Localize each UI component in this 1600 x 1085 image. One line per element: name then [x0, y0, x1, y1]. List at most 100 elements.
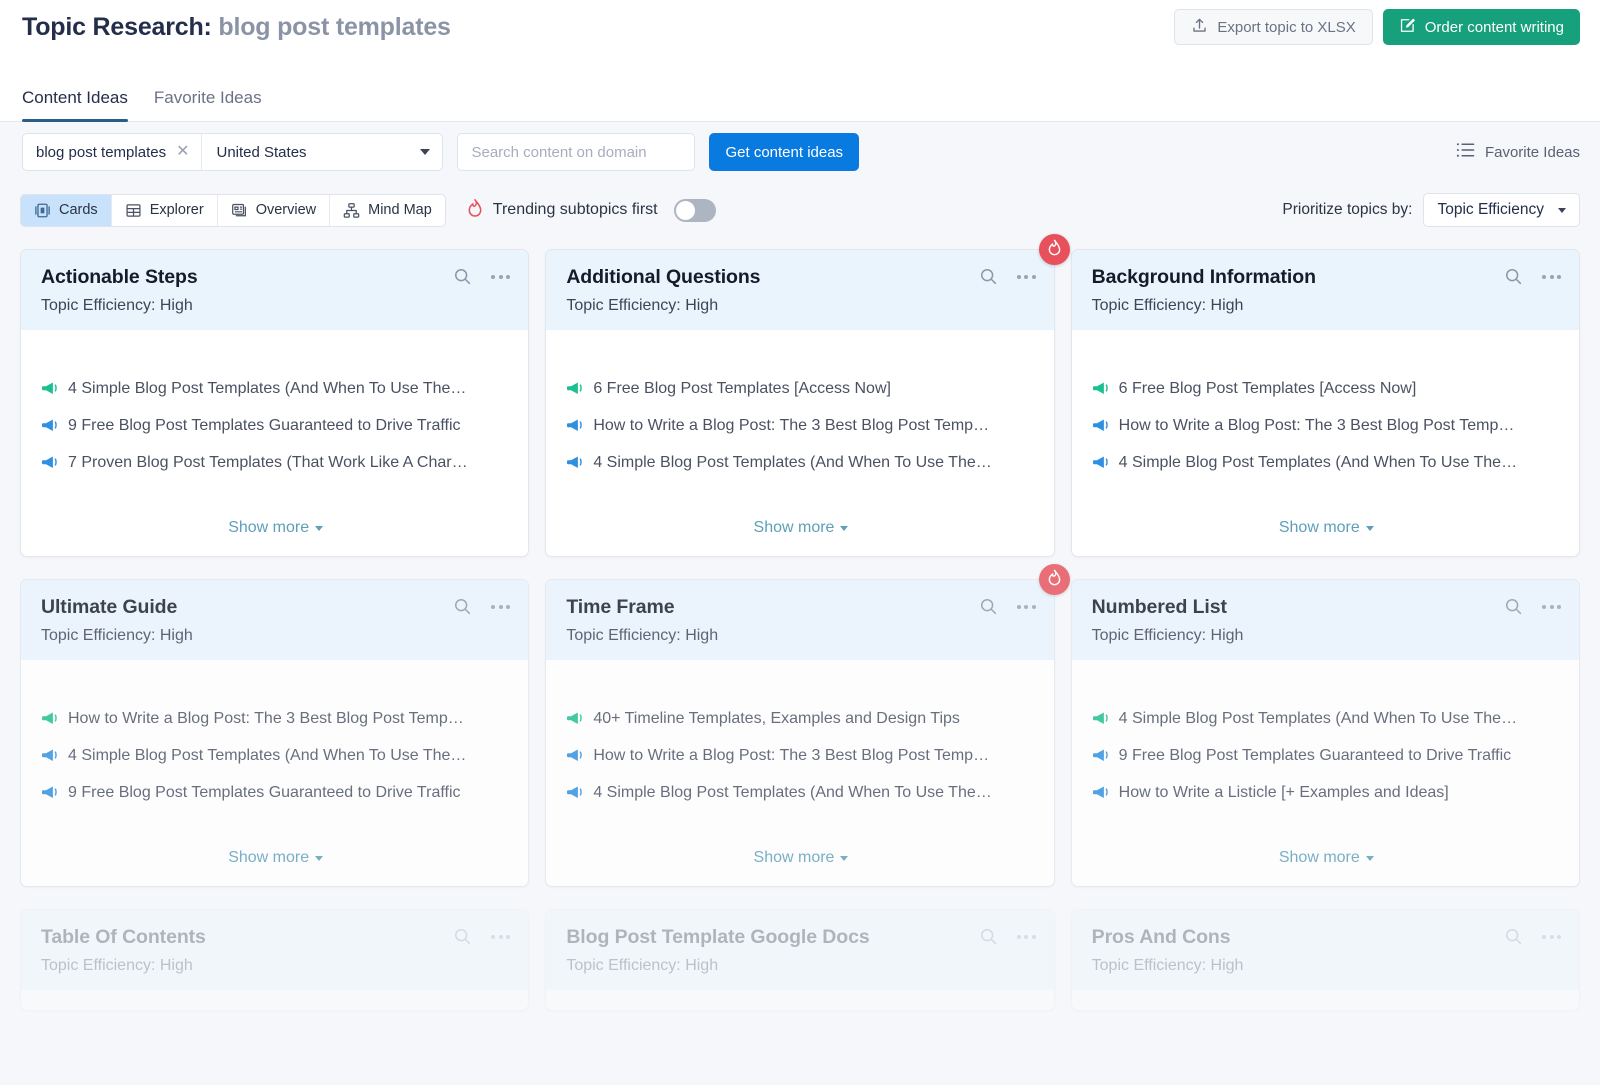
topic-card[interactable]: Table Of Contents Topic Efficiency: High — [20, 909, 529, 1011]
megaphone-icon — [1092, 785, 1109, 800]
chevron-down-icon — [315, 526, 323, 531]
chevron-down-icon — [420, 149, 430, 155]
content-idea-item[interactable]: 6 Free Blog Post Templates [Access Now] — [566, 370, 1035, 407]
clear-keyword-icon[interactable]: ✕ — [176, 144, 189, 160]
topic-card[interactable]: Pros And Cons Topic Efficiency: High — [1071, 909, 1580, 1011]
favorite-ideas-link[interactable]: Favorite Ideas — [1456, 142, 1580, 162]
chevron-down-icon — [1366, 526, 1374, 531]
topic-card-title: Time Frame — [566, 596, 1035, 619]
prioritize-select[interactable]: Topic Efficiency — [1423, 193, 1580, 227]
content-idea-item[interactable]: 9 Free Blog Post Templates Guaranteed to… — [41, 407, 510, 444]
view-cards[interactable]: Cards — [21, 195, 112, 226]
topic-card-wrapper: Numbered List Topic Efficiency: High 4 S… — [1071, 579, 1580, 887]
content-idea-item[interactable]: How to Write a Listicle [+ Examples and … — [1092, 774, 1561, 811]
topic-card-actions — [1504, 927, 1561, 946]
page-title: Topic Research: blog post templates — [22, 13, 451, 42]
topic-card-header: Time Frame Topic Efficiency: High — [546, 580, 1053, 660]
topic-card[interactable]: Actionable Steps Topic Efficiency: High … — [20, 249, 529, 557]
more-options-icon[interactable] — [1542, 275, 1561, 279]
search-icon[interactable] — [1504, 267, 1523, 286]
content-idea-item[interactable]: How to Write a Blog Post: The 3 Best Blo… — [566, 407, 1035, 444]
content-idea-item[interactable]: How to Write a Blog Post: The 3 Best Blo… — [41, 700, 510, 737]
order-content-writing-button[interactable]: Order content writing — [1383, 9, 1580, 45]
content-idea-item[interactable]: How to Write a Blog Post: The 3 Best Blo… — [1092, 407, 1561, 444]
show-more-button[interactable]: Show more — [1092, 811, 1561, 886]
content-idea-item[interactable]: 4 Simple Blog Post Templates (And When T… — [41, 370, 510, 407]
search-icon[interactable] — [453, 267, 472, 286]
search-icon[interactable] — [979, 927, 998, 946]
export-topic-label: Export topic to XLSX — [1217, 19, 1355, 36]
more-options-icon[interactable] — [1017, 935, 1036, 939]
topic-card-actions — [453, 267, 510, 286]
more-options-icon[interactable] — [1542, 605, 1561, 609]
content-idea-title: 6 Free Blog Post Templates [Access Now] — [593, 380, 891, 398]
content-idea-item[interactable]: 40+ Timeline Templates, Examples and Des… — [566, 700, 1035, 737]
more-options-icon[interactable] — [1017, 605, 1036, 609]
content-idea-item[interactable]: 4 Simple Blog Post Templates (And When T… — [566, 444, 1035, 481]
show-more-button[interactable]: Show more — [566, 481, 1035, 556]
topic-card[interactable]: Ultimate Guide Topic Efficiency: High Ho… — [20, 579, 529, 887]
topic-efficiency: Topic Efficiency: High — [1092, 297, 1561, 315]
content-idea-title: 4 Simple Blog Post Templates (And When T… — [1119, 710, 1517, 728]
content-idea-item[interactable]: 4 Simple Blog Post Templates (And When T… — [566, 774, 1035, 811]
topic-card[interactable]: Numbered List Topic Efficiency: High 4 S… — [1071, 579, 1580, 887]
topic-card[interactable]: Blog Post Template Google Docs Topic Eff… — [545, 909, 1054, 1011]
content-idea-item[interactable]: 4 Simple Blog Post Templates (And When T… — [1092, 444, 1561, 481]
show-more-button[interactable]: Show more — [41, 811, 510, 886]
search-icon[interactable] — [979, 267, 998, 286]
page-title-prefix: Topic Research: — [22, 13, 212, 41]
more-options-icon[interactable] — [491, 605, 510, 609]
show-more-label: Show more — [754, 519, 835, 536]
search-domain-input[interactable] — [457, 133, 695, 171]
keyword-chip[interactable]: blog post templates ✕ — [23, 134, 202, 170]
tab-content-ideas[interactable]: Content Ideas — [22, 88, 128, 121]
topic-efficiency: Topic Efficiency: High — [1092, 957, 1561, 975]
export-topic-button[interactable]: Export topic to XLSX — [1174, 9, 1372, 45]
trending-subtopics-toggle[interactable] — [674, 199, 716, 222]
topic-card-actions — [979, 927, 1036, 946]
prioritize-control: Prioritize topics by: Topic Efficiency — [1282, 193, 1580, 227]
get-content-ideas-button[interactable]: Get content ideas — [709, 133, 859, 171]
more-options-icon[interactable] — [491, 935, 510, 939]
view-overview[interactable]: Overview — [218, 195, 330, 226]
content-idea-item[interactable]: 4 Simple Blog Post Templates (And When T… — [1092, 700, 1561, 737]
show-more-button[interactable]: Show more — [566, 811, 1035, 886]
topic-card[interactable]: Background Information Topic Efficiency:… — [1071, 249, 1580, 557]
chevron-down-icon — [315, 856, 323, 861]
topic-card-wrapper: Time Frame Topic Efficiency: High 40+ Ti… — [545, 579, 1054, 887]
content-idea-title: 40+ Timeline Templates, Examples and Des… — [593, 710, 960, 728]
show-more-button[interactable]: Show more — [1092, 481, 1561, 556]
content-idea-item[interactable]: 9 Free Blog Post Templates Guaranteed to… — [41, 774, 510, 811]
content-idea-item[interactable]: How to Write a Blog Post: The 3 Best Blo… — [566, 737, 1035, 774]
view-cards-label: Cards — [59, 202, 98, 218]
content-idea-item[interactable]: 9 Free Blog Post Templates Guaranteed to… — [1092, 737, 1561, 774]
search-icon[interactable] — [1504, 597, 1523, 616]
content-idea-item[interactable]: 6 Free Blog Post Templates [Access Now] — [1092, 370, 1561, 407]
search-icon[interactable] — [453, 927, 472, 946]
topic-card[interactable]: Time Frame Topic Efficiency: High 40+ Ti… — [545, 579, 1054, 887]
compose-icon — [1399, 17, 1416, 38]
more-options-icon[interactable] — [1542, 935, 1561, 939]
more-options-icon[interactable] — [1017, 275, 1036, 279]
search-icon[interactable] — [979, 597, 998, 616]
view-mind-map[interactable]: Mind Map — [330, 195, 445, 226]
view-overview-label: Overview — [256, 202, 316, 218]
topic-card-title: Pros And Cons — [1092, 926, 1561, 949]
content-idea-item[interactable]: 7 Proven Blog Post Templates (That Work … — [41, 444, 510, 481]
more-options-icon[interactable] — [491, 275, 510, 279]
search-icon[interactable] — [1504, 927, 1523, 946]
topic-efficiency: Topic Efficiency: High — [41, 627, 510, 645]
content-idea-title: 4 Simple Blog Post Templates (And When T… — [593, 454, 991, 472]
flame-icon — [1046, 238, 1063, 262]
content-idea-title: 9 Free Blog Post Templates Guaranteed to… — [1119, 747, 1512, 765]
tab-favorite-ideas[interactable]: Favorite Ideas — [154, 88, 262, 121]
search-icon[interactable] — [453, 597, 472, 616]
view-explorer[interactable]: Explorer — [112, 195, 218, 226]
topic-card-body: 6 Free Blog Post Templates [Access Now] H… — [546, 330, 1053, 556]
megaphone-icon — [566, 748, 583, 763]
content-idea-item[interactable]: 4 Simple Blog Post Templates (And When T… — [41, 737, 510, 774]
topic-card[interactable]: Additional Questions Topic Efficiency: H… — [545, 249, 1054, 557]
database-select[interactable]: United States — [202, 134, 442, 170]
show-more-button[interactable]: Show more — [41, 481, 510, 556]
content-idea-title: How to Write a Blog Post: The 3 Best Blo… — [593, 747, 989, 765]
